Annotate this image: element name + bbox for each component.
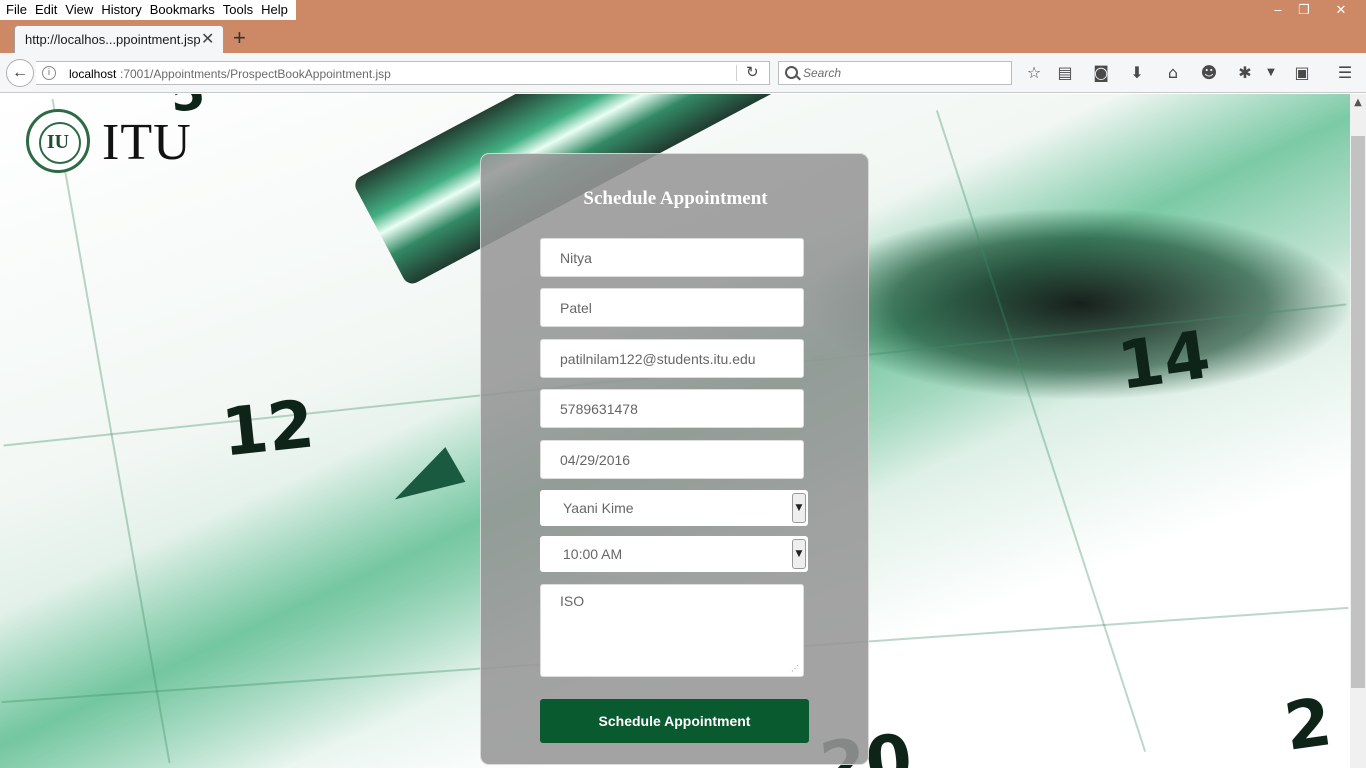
- counselor-select[interactable]: Yaani Kime ▼: [540, 490, 808, 526]
- last-name-field[interactable]: [540, 288, 804, 327]
- menu-help[interactable]: Help: [257, 0, 292, 20]
- vertical-scrollbar[interactable]: ▲: [1350, 94, 1366, 768]
- pocket-icon[interactable]: ◙: [1091, 63, 1111, 83]
- extension-icon[interactable]: ✱: [1235, 63, 1255, 83]
- calendar-number: 2: [1279, 683, 1337, 766]
- menu-bar: File Edit View History Bookmarks Tools H…: [0, 0, 296, 20]
- search-icon: [785, 66, 798, 79]
- pen-tip-image: [384, 447, 466, 517]
- search-bar[interactable]: [778, 61, 1012, 85]
- navigation-bar: ← i localhost :7001/Appointments/Prospec…: [0, 53, 1366, 93]
- menu-tools[interactable]: Tools: [219, 0, 257, 20]
- star-icon[interactable]: ☆: [1024, 63, 1044, 83]
- reload-icon[interactable]: ↻: [746, 63, 759, 81]
- time-select[interactable]: 10:00 AM ▼: [540, 536, 808, 572]
- calendar-grid-line: [935, 110, 1147, 752]
- chat-icon[interactable]: ☻: [1199, 63, 1219, 83]
- scroll-thumb[interactable]: [1351, 136, 1365, 688]
- seal-monogram: IU: [46, 131, 70, 153]
- time-selected-value: 10:00 AM: [563, 546, 623, 562]
- tab-close-icon[interactable]: ✕: [201, 29, 214, 49]
- menu-icon[interactable]: ☰: [1335, 63, 1355, 83]
- calendar-number: 14: [1113, 315, 1215, 406]
- calendar-number: 12: [218, 385, 318, 472]
- search-input[interactable]: [803, 65, 1003, 81]
- menu-edit[interactable]: Edit: [31, 0, 61, 20]
- url-host: localhost: [69, 67, 117, 81]
- logo-text: ITU: [102, 114, 192, 171]
- first-name-field[interactable]: [540, 238, 804, 277]
- chevron-down-icon[interactable]: ▼: [792, 539, 806, 569]
- tab-active[interactable]: http://localhos...ppointment.jsp ✕: [14, 25, 224, 53]
- minimize-button[interactable]: –: [1264, 0, 1292, 20]
- schedule-appointment-button[interactable]: Schedule Appointment: [540, 699, 809, 743]
- counselor-selected-value: Yaani Kime: [563, 500, 634, 516]
- chevron-down-icon[interactable]: ▼: [792, 493, 806, 523]
- new-tab-button[interactable]: +: [233, 24, 246, 52]
- reading-list-icon[interactable]: ▤: [1055, 63, 1075, 83]
- restore-button[interactable]: ❐: [1290, 0, 1318, 20]
- calendar-grid-line: [51, 98, 171, 764]
- notes-textarea[interactable]: ISO: [540, 584, 804, 677]
- appointment-form: Schedule Appointment Yaani Kime ▼ 10:00 …: [480, 153, 869, 765]
- home-icon[interactable]: ⌂: [1163, 63, 1183, 83]
- back-button[interactable]: ←: [6, 59, 34, 87]
- download-icon[interactable]: ⬇: [1127, 63, 1147, 83]
- page-viewport: 12 14 2 20 5 IU ITU Schedule Appointment…: [0, 94, 1350, 768]
- close-window-button[interactable]: ✕: [1318, 0, 1364, 20]
- date-field[interactable]: [540, 440, 804, 479]
- menu-bookmarks[interactable]: Bookmarks: [146, 0, 219, 20]
- scroll-up-icon[interactable]: ▲: [1350, 94, 1366, 111]
- menu-file[interactable]: File: [2, 0, 31, 20]
- url-bar[interactable]: i localhost :7001/Appointments/ProspectB…: [36, 61, 770, 85]
- resize-grip-icon[interactable]: ⋰: [791, 665, 799, 673]
- form-title: Schedule Appointment: [583, 188, 768, 209]
- tab-title: http://localhos...ppointment.jsp: [25, 32, 201, 47]
- phone-field[interactable]: [540, 389, 804, 428]
- seal-icon: IU: [26, 109, 90, 173]
- menu-history[interactable]: History: [97, 0, 145, 20]
- menu-view[interactable]: View: [61, 0, 97, 20]
- url-path: :7001/Appointments/ProspectBookAppointme…: [120, 67, 391, 81]
- url-divider: [736, 65, 737, 81]
- screenshot-icon[interactable]: ▣: [1292, 63, 1312, 83]
- tab-strip: http://localhos...ppointment.jsp ✕ +: [0, 22, 1366, 53]
- email-field[interactable]: [540, 339, 804, 378]
- dropdown-icon[interactable]: ▼: [1261, 63, 1281, 83]
- site-info-icon[interactable]: i: [42, 66, 56, 80]
